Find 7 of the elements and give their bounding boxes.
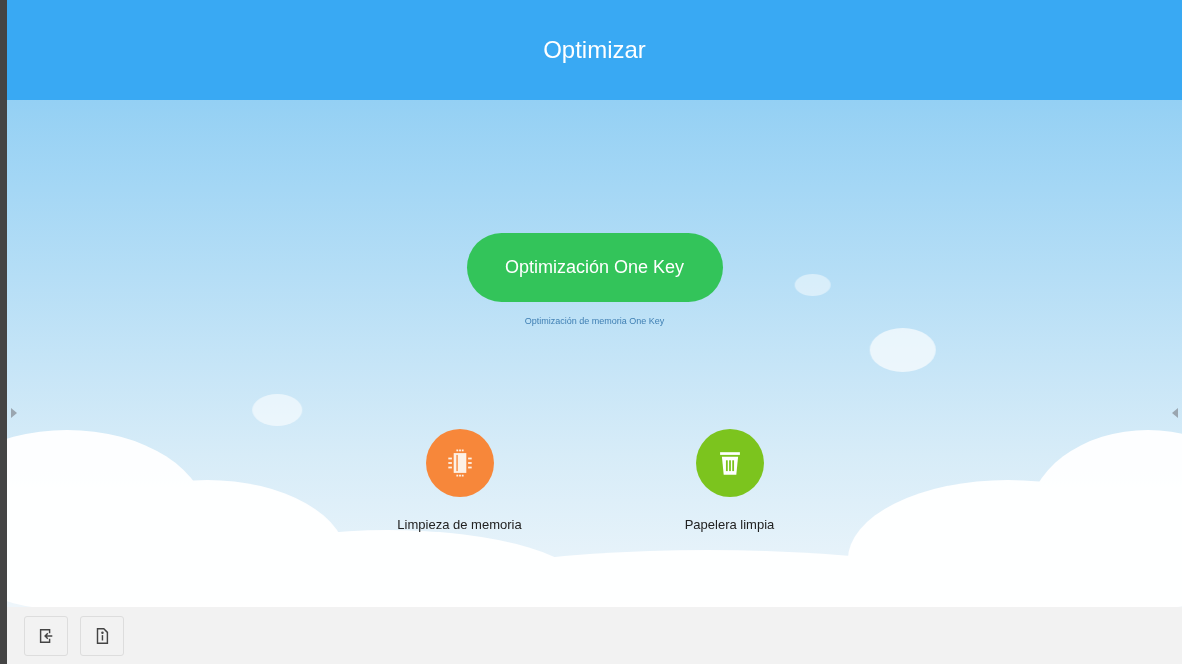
info-button[interactable] bbox=[80, 615, 124, 656]
exit-icon[interactable] bbox=[37, 626, 55, 645]
tool-label[interactable]: Papelera limpia bbox=[684, 517, 775, 532]
caption-text: Optimización de memoria One Key bbox=[524, 316, 665, 326]
page-title: Optimizar bbox=[543, 36, 646, 64]
exit-button[interactable] bbox=[24, 615, 68, 656]
tool-label[interactable]: Limpieza de memoria bbox=[397, 517, 522, 532]
